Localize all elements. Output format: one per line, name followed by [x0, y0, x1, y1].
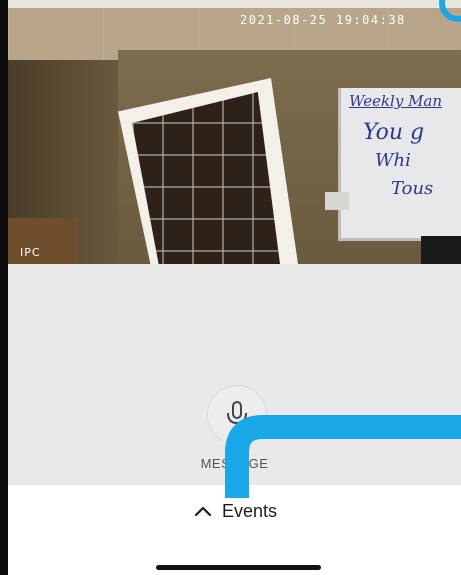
feed-wall-outlet — [325, 192, 349, 210]
controls-panel: MESSAGE — [8, 264, 461, 485]
feed-whiteboard: Weekly Man You g Whi Tous — [338, 88, 461, 241]
events-bar: Events — [8, 485, 461, 575]
events-label: Events — [222, 500, 278, 521]
message-label: MESSAGE — [200, 456, 269, 471]
whiteboard-line: You g — [363, 120, 425, 145]
whiteboard-title: Weekly Man — [349, 92, 443, 110]
feed-dark-corner — [421, 236, 461, 264]
feed-door-window — [132, 92, 280, 264]
microphone-icon — [227, 401, 247, 428]
home-indicator[interactable] — [156, 565, 321, 570]
feed-top-strip — [8, 0, 461, 8]
camera-feed[interactable]: Weekly Man You g Whi Tous 2021-08-25 19:… — [8, 0, 461, 264]
message-button[interactable] — [207, 385, 267, 445]
feed-timestamp: 2021-08-25 19:04:38 — [240, 13, 406, 27]
feed-shelf — [8, 218, 78, 264]
left-edge — [0, 0, 8, 575]
whiteboard-line: Tous — [391, 178, 434, 199]
camera-label: IPC — [20, 246, 41, 259]
events-toggle[interactable]: Events — [192, 499, 277, 523]
chevron-up-icon — [194, 506, 212, 517]
whiteboard-line: Whi — [375, 150, 411, 171]
